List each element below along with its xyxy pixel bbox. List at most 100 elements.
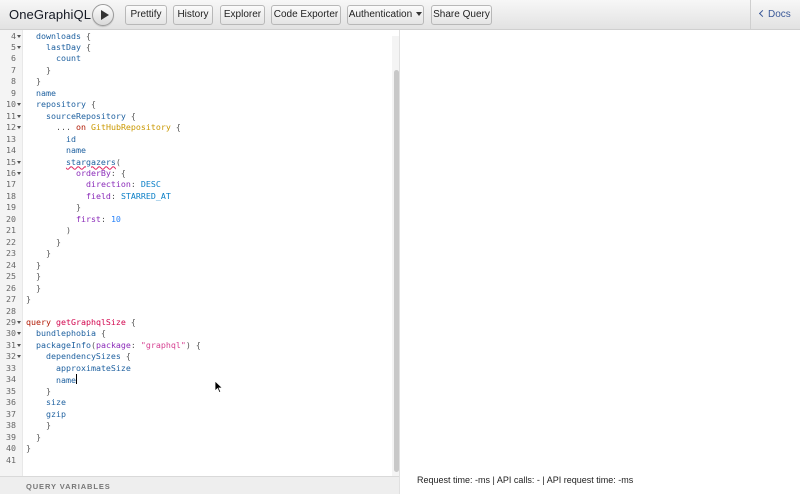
explorer-button[interactable]: Explorer (220, 5, 265, 25)
docs-button[interactable]: Docs (758, 9, 791, 20)
line-number: 38 (6, 420, 16, 431)
code-token: { (125, 317, 136, 327)
line-code: } (26, 237, 61, 248)
code-token: DESC (140, 179, 161, 190)
code-token: first (75, 213, 101, 224)
code-token: 10 (110, 213, 121, 224)
line-code: } (26, 420, 51, 431)
code-token: { (80, 41, 91, 52)
line-code: bundlephobia { (26, 328, 106, 339)
caret-down-icon (416, 12, 423, 16)
request-status-text: Request time: -ms | API calls: - | API r… (417, 475, 634, 485)
fold-arrow-icon[interactable] (17, 45, 21, 49)
fold-arrow-icon[interactable] (17, 172, 21, 176)
code-token: downloads (36, 30, 81, 41)
line-code: repository { (26, 99, 96, 110)
line-code: } (26, 432, 41, 443)
line-number: 10 (6, 99, 16, 110)
code-token: sourceRepository (45, 110, 126, 121)
fold-arrow-icon[interactable] (17, 343, 21, 347)
prettify-button[interactable]: Prettify (125, 5, 167, 25)
line-number: 41 (6, 454, 16, 465)
code-token: ) (65, 225, 71, 236)
code-token: direction (85, 179, 131, 190)
line-code: name (26, 88, 56, 99)
line-code: first: 10 (26, 214, 121, 225)
line-code: name (26, 145, 86, 156)
line-number: 30 (6, 328, 16, 339)
fold-arrow-icon[interactable] (17, 34, 21, 38)
code-token: lastDay (45, 41, 81, 52)
fold-arrow-icon[interactable] (17, 114, 21, 118)
share-query-button-label: Share Query (433, 9, 490, 20)
line-number: 34 (6, 374, 16, 385)
toolbar: OneGraphiQL Prettify History Explorer Co… (0, 0, 800, 30)
line-code: lastDay { (26, 42, 91, 53)
code-token: { (95, 328, 106, 339)
query-variables-bar[interactable]: QUERY VARIABLES (0, 476, 399, 494)
fold-arrow-icon[interactable] (17, 355, 21, 359)
code-token: ... (55, 122, 76, 133)
execute-query-button[interactable] (92, 4, 114, 26)
history-button[interactable]: History (173, 5, 213, 25)
line-number: 36 (6, 397, 16, 408)
line-code: packageInfo(package: "graphql") { (26, 340, 201, 351)
code-token: gzip (45, 408, 66, 419)
code-token: { (170, 122, 181, 133)
line-code: stargazers( (26, 157, 121, 168)
line-number: 22 (6, 236, 16, 247)
line-code: id (26, 134, 76, 145)
code-token: orderBy (75, 168, 111, 179)
code-token: name (55, 375, 76, 386)
line-code: gzip (26, 409, 66, 420)
line-number: 32 (6, 351, 16, 362)
chevron-left-icon (758, 9, 767, 18)
result-pane: Request time: -ms | API calls: - | API r… (400, 30, 800, 494)
code-token: approximateSize (55, 362, 131, 373)
app-title: OneGraphiQL (9, 7, 92, 22)
line-code: count (26, 53, 81, 64)
line-number: 28 (6, 305, 16, 316)
history-button-label: History (177, 9, 209, 20)
code-token: "graphql" (140, 339, 186, 350)
code-token: } (26, 443, 31, 454)
code-exporter-button[interactable]: Code Exporter (271, 5, 341, 25)
query-editor[interactable]: 4 downloads {5 lastDay {6 count 7 } 8 } 9 n… (0, 30, 399, 476)
code-token: STARRED_AT (120, 190, 171, 201)
line-number: 6 (11, 53, 16, 64)
line-number: 39 (6, 431, 16, 442)
code-token: { (80, 30, 91, 41)
code-token: } (36, 271, 41, 282)
line-code: ) (26, 225, 71, 236)
line-number: 9 (11, 87, 16, 98)
line-number: 26 (6, 282, 16, 293)
line-code: downloads { (26, 31, 91, 42)
line-code: orderBy: { (26, 168, 126, 179)
line-number: 19 (6, 202, 16, 213)
play-icon (101, 10, 109, 20)
line-number: 24 (6, 259, 16, 270)
fold-arrow-icon[interactable] (17, 160, 21, 164)
fold-arrow-icon[interactable] (17, 103, 21, 107)
fold-arrow-icon[interactable] (17, 332, 21, 336)
line-number: 8 (11, 76, 16, 87)
line-number: 5 (11, 41, 16, 52)
code-token: id (65, 133, 76, 144)
line-code: dependencySizes { (26, 351, 131, 362)
query-variables-label: QUERY VARIABLES (26, 482, 111, 491)
line-number: 25 (6, 271, 16, 282)
code-token: : (110, 190, 121, 201)
line-code: size (26, 397, 66, 408)
fold-arrow-icon[interactable] (17, 321, 21, 324)
share-query-button[interactable]: Share Query (431, 5, 492, 25)
docs-area: Docs (750, 0, 800, 30)
code-token: packageInfo (36, 339, 91, 350)
code-token: name (65, 145, 86, 156)
authentication-dropdown[interactable]: Authentication (347, 5, 424, 25)
line-number: 18 (6, 190, 16, 201)
fold-arrow-icon[interactable] (17, 126, 21, 130)
code-token: query (26, 317, 51, 327)
line-number: 4 (11, 30, 16, 41)
code-token: GitHubRepository (90, 122, 171, 133)
line-number: 35 (6, 385, 16, 396)
